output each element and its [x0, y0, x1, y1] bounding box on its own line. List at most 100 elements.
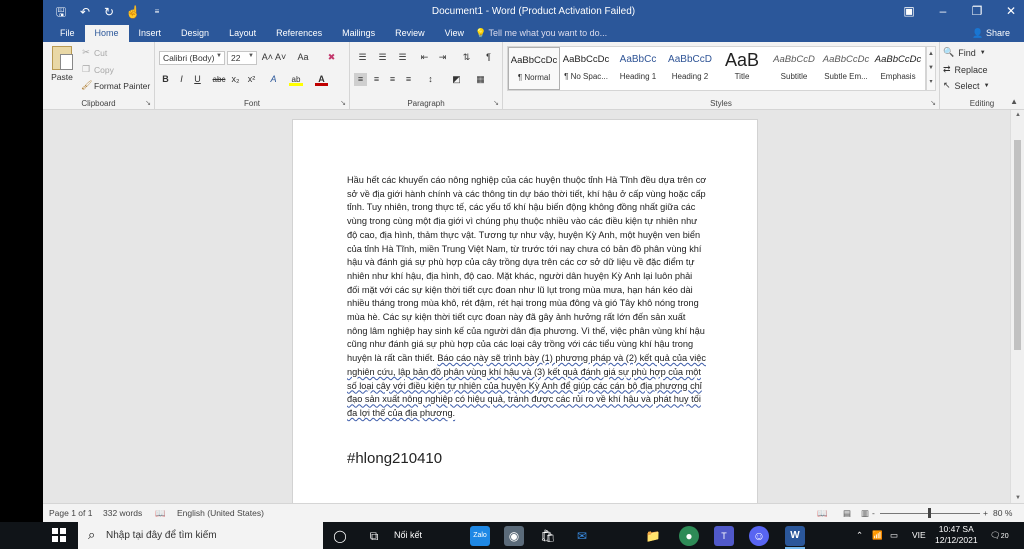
format-painter-button[interactable]: 🖌 Format Painter [81, 80, 150, 91]
task-view-icon[interactable]: ⧉ [364, 526, 384, 546]
tell-me-box[interactable]: 💡 Tell me what you want to do... [475, 28, 607, 39]
print-layout-icon[interactable]: ▤ [843, 508, 851, 519]
clipboard-launcher-icon[interactable]: ↘ [145, 99, 151, 107]
subscript-button[interactable]: x₂ [229, 73, 242, 86]
tab-file[interactable]: File [50, 25, 85, 42]
zoom-level[interactable]: 80 % [993, 508, 1012, 518]
notification-icon[interactable]: 🗨20 [990, 530, 1009, 541]
mail-icon[interactable]: ✉ [572, 526, 592, 546]
vertical-scrollbar[interactable]: ▲ ▼ [1010, 110, 1024, 503]
font-size-value: 22 [231, 53, 241, 63]
borders-icon[interactable]: ▦ [474, 73, 487, 86]
document-page[interactable]: Hầu hết các khuyến cáo nông nghiệp của c… [292, 119, 758, 503]
tab-layout[interactable]: Layout [219, 25, 266, 42]
document-body[interactable]: Hầu hết các khuyến cáo nông nghiệp của c… [347, 174, 707, 421]
brush-icon: 🖌 [81, 80, 93, 90]
restore-icon[interactable]: ❐ [970, 4, 984, 18]
font-group: Calibri (Body) ▼ 22 ▼ A˄ A˅ Aa ✖ B I U abc… [155, 42, 350, 110]
taskbar-search[interactable]: ⌕ Nhập tại đây để tìm kiếm [78, 522, 323, 549]
paste-label: Paste [51, 72, 73, 82]
ribbon-display-options-icon[interactable]: ▣ [902, 4, 916, 18]
word-taskbar-icon[interactable]: W [785, 526, 805, 546]
web-layout-icon[interactable]: ▥ [861, 508, 869, 519]
increase-indent-icon[interactable]: ⇥ [436, 51, 449, 64]
numbering-icon[interactable]: ☰ [376, 51, 389, 64]
font-color-button[interactable]: A [315, 73, 328, 86]
tab-home[interactable]: Home [84, 25, 129, 42]
paragraph-launcher-icon[interactable]: ↘ [493, 99, 499, 107]
ribbon: Paste ✂ Cut ❐ Copy 🖌 Format Painter Clipboa… [43, 42, 1024, 110]
proofing-icon[interactable]: 📖 [155, 508, 166, 519]
align-right-icon[interactable]: ≡ [386, 73, 399, 86]
multilevel-list-icon[interactable]: ☰ [396, 51, 409, 64]
zoom-slider-thumb[interactable] [928, 508, 931, 518]
tab-design[interactable]: Design [171, 25, 219, 42]
discord-icon[interactable]: ☺ [749, 526, 769, 546]
store-icon[interactable]: 🛍 [538, 526, 558, 546]
zoom-in-button[interactable]: + [983, 508, 988, 518]
minimize-icon[interactable]: – [936, 4, 950, 18]
word-count[interactable]: 332 words [103, 508, 142, 518]
copy-icon: ❐ [81, 64, 91, 74]
tab-view[interactable]: View [435, 25, 474, 42]
tab-references[interactable]: References [266, 25, 332, 42]
font-launcher-icon[interactable]: ↘ [340, 99, 346, 107]
tab-review[interactable]: Review [385, 25, 435, 42]
collapse-ribbon-icon[interactable]: ▲ [1010, 97, 1018, 106]
strikethrough-button[interactable]: abc [211, 73, 227, 86]
zalo-icon[interactable]: Zalo [470, 526, 490, 546]
bold-button[interactable]: B [159, 73, 172, 86]
person-icon: 👤 [972, 28, 986, 38]
read-mode-icon[interactable]: 📖 [817, 508, 828, 519]
search-placeholder: Nhập tại đây để tìm kiếm [106, 530, 217, 541]
clear-formatting-icon[interactable]: ✖ [325, 51, 338, 64]
status-bar: Page 1 of 1 332 words 📖 English (United … [43, 503, 1024, 522]
paste-button[interactable]: Paste [47, 46, 77, 90]
text-effects-button[interactable]: A [267, 73, 280, 86]
show-formatting-icon[interactable]: ¶ [482, 51, 495, 64]
scroll-thumb[interactable] [1014, 140, 1021, 350]
language-indicator-taskbar[interactable]: VIE [912, 530, 926, 540]
italic-button[interactable]: I [175, 73, 188, 86]
chrome-icon[interactable]: ● [679, 526, 699, 546]
highlight-button[interactable]: ab [289, 73, 303, 86]
change-case-button[interactable]: Aa [293, 51, 313, 64]
cut-button[interactable]: ✂ Cut [81, 47, 107, 58]
clock[interactable]: 10:47 SA 12/12/2021 [935, 524, 978, 546]
cortana-icon[interactable]: ◯ [330, 526, 350, 546]
teams-icon[interactable]: T [714, 526, 734, 546]
underline-button[interactable]: U [191, 73, 204, 86]
network-icon[interactable]: 📶 [872, 530, 883, 541]
zoom-out-button[interactable]: - [872, 508, 875, 518]
superscript-button[interactable]: x² [245, 73, 258, 86]
scroll-down-icon[interactable]: ▼ [1011, 495, 1024, 501]
line-spacing-icon[interactable]: ↕ [424, 73, 437, 86]
chevron-down-icon: ▼ [248, 53, 254, 59]
align-center-icon[interactable]: ≡ [370, 73, 383, 86]
copy-button[interactable]: ❐ Copy [81, 64, 114, 75]
tab-insert[interactable]: Insert [129, 25, 172, 42]
shading-icon[interactable]: ◩ [450, 73, 463, 86]
close-icon[interactable]: ✕ [1004, 4, 1018, 18]
tab-mailings[interactable]: Mailings [332, 25, 385, 42]
font-size-combo[interactable]: 22 ▼ [227, 51, 257, 65]
file-explorer-icon[interactable]: 📁 [643, 526, 663, 546]
scroll-up-icon[interactable]: ▲ [1011, 112, 1024, 118]
decrease-indent-icon[interactable]: ⇤ [418, 51, 431, 64]
share-button[interactable]: 👤 Share [972, 28, 1010, 39]
language-indicator[interactable]: English (United States) [177, 508, 264, 518]
windows-start-icon[interactable] [52, 528, 66, 542]
justify-icon[interactable]: ≡ [402, 73, 415, 86]
battery-icon[interactable]: ▭ [890, 530, 898, 541]
camera-icon[interactable]: ◉ [504, 526, 524, 546]
align-left-icon[interactable]: ≡ [354, 73, 367, 86]
page-count[interactable]: Page 1 of 1 [49, 508, 92, 518]
document-area: Hầu hết các khuyến cáo nông nghiệp của c… [43, 110, 1010, 503]
sort-icon[interactable]: ⇅ [460, 51, 473, 64]
styles-launcher-icon[interactable]: ↘ [930, 99, 936, 107]
font-name-combo[interactable]: Calibri (Body) ▼ [159, 51, 225, 65]
news-widget[interactable]: Nối kết [394, 530, 422, 540]
show-hidden-icons[interactable]: ⌃ [856, 530, 863, 541]
grow-shrink-font-button[interactable]: A˄ A˅ [261, 51, 287, 64]
bullets-icon[interactable]: ☰ [356, 51, 369, 64]
